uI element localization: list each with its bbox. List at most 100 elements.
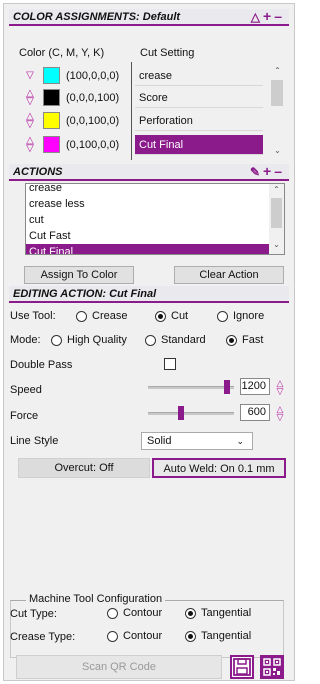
color-swatch [43, 136, 60, 153]
color-column-header: Color (C, M, Y, K) [19, 47, 105, 59]
radio-cut-contour-label: Contour [123, 607, 163, 619]
line-style-value: Solid [147, 435, 172, 447]
line-style-select[interactable]: Solid ⌄ [141, 432, 253, 450]
collapse-icon[interactable]: △ [251, 10, 263, 24]
cut-setting-cell[interactable]: Score [135, 88, 263, 108]
radio-ignore[interactable] [217, 311, 228, 322]
radio-crease[interactable] [76, 311, 87, 322]
cut-type-label: Cut Type: [10, 608, 57, 620]
auto-weld-toggle[interactable]: Auto Weld: On 0.1 mm [152, 458, 286, 478]
radio-standard[interactable] [145, 335, 156, 346]
list-item[interactable]: crease [26, 184, 269, 196]
chevron-down-icon: ⌄ [236, 436, 244, 446]
cut-setting-cell[interactable]: crease [135, 66, 263, 86]
save-button[interactable] [230, 655, 254, 679]
move-up-down-icon[interactable]: △ ▽ [23, 89, 37, 107]
radio-crease-tangential-label: Tangential [201, 630, 252, 642]
move-up-down-icon[interactable]: △ ▽ [23, 112, 37, 130]
scan-qr-code-button[interactable]: Scan QR Code [16, 655, 222, 679]
speed-label: Speed [10, 384, 42, 396]
color-row-magenta[interactable]: △ ▽ (0,100,0,0) Cut Final [13, 135, 285, 155]
radio-cut-contour[interactable] [107, 608, 118, 619]
cut-setting-cell[interactable]: Perforation [135, 111, 263, 131]
color-assignments-table: Color (C, M, Y, K) Cut Setting ▽ (100,0,… [13, 42, 285, 160]
force-spinner-icon[interactable]: △ ▽ [274, 405, 286, 422]
speed-input[interactable]: 1200 [240, 378, 270, 395]
color-row-yellow[interactable]: △ ▽ (0,0,100,0) Perforation [13, 111, 285, 131]
radio-cut-label: Cut [171, 310, 189, 322]
list-item-selected[interactable]: Cut Final [26, 244, 269, 254]
editing-action-title: EDITING ACTION: Cut Final [13, 288, 157, 300]
move-up-down-icon[interactable]: △ ▽ [23, 136, 37, 154]
machine-tool-title: Machine Tool Configuration [26, 593, 166, 605]
force-slider-track[interactable] [148, 412, 234, 415]
cmyk-value: (0,0,0,100) [66, 92, 120, 104]
cmyk-value: (0,0,100,0) [66, 115, 120, 127]
scroll-down-icon[interactable]: ⌄ [269, 240, 284, 249]
scroll-thumb[interactable] [271, 80, 283, 106]
mode-label: Mode: [10, 334, 41, 346]
actions-header: ACTIONS ✎+– [9, 164, 289, 181]
remove-icon[interactable]: – [274, 8, 285, 24]
speed-slider-thumb[interactable] [224, 380, 230, 394]
editing-action-header: EDITING ACTION: Cut Final [9, 286, 289, 303]
cut-setting-cell-selected[interactable]: Cut Final [135, 135, 263, 155]
radio-standard-label: Standard [161, 334, 206, 346]
double-pass-checkbox[interactable] [164, 358, 176, 370]
crease-type-label: Crease Type: [10, 631, 76, 643]
list-item[interactable]: crease less [26, 196, 269, 212]
force-slider-thumb[interactable] [177, 406, 184, 420]
radio-fast-label: Fast [242, 334, 264, 346]
move-down-icon[interactable]: ▽ [23, 68, 37, 84]
scroll-down-icon[interactable]: ⌄ [270, 146, 285, 155]
force-input[interactable]: 600 [240, 404, 270, 421]
cmyk-value: (0,100,0,0) [66, 139, 120, 151]
actions-list-scrollbar[interactable]: ⌃ ⌄ [269, 184, 284, 254]
add-icon[interactable]: + [263, 163, 274, 179]
actions-toolbar: ✎+– [250, 164, 285, 180]
edit-pencil-icon[interactable]: ✎ [250, 165, 263, 179]
radio-fast[interactable] [226, 335, 237, 346]
color-assignments-title: COLOR ASSIGNMENTS: Default [13, 11, 181, 23]
list-item[interactable]: Cut Fast [26, 228, 269, 244]
radio-cut[interactable] [155, 311, 166, 322]
actions-title: ACTIONS [13, 166, 63, 178]
radio-high-quality-label: High Quality [67, 334, 127, 346]
use-tool-label: Use Tool: [10, 310, 56, 322]
speed-slider-track[interactable] [148, 386, 234, 389]
color-swatch [43, 89, 60, 106]
color-assignments-header: COLOR ASSIGNMENTS: Default △+– [9, 9, 289, 26]
speed-spinner-icon[interactable]: △ ▽ [274, 379, 286, 396]
radio-high-quality[interactable] [51, 335, 62, 346]
color-swatch [43, 112, 60, 129]
line-style-label: Line Style [10, 435, 59, 447]
qr-code-icon [263, 658, 281, 676]
radio-cut-tangential-label: Tangential [201, 607, 252, 619]
remove-icon[interactable]: – [274, 163, 285, 179]
clear-action-button[interactable]: Clear Action [174, 266, 284, 284]
setting-column-header: Cut Setting [140, 47, 195, 59]
radio-cut-tangential[interactable] [185, 608, 196, 619]
overcut-toggle[interactable]: Overcut: Off [18, 458, 150, 478]
actions-list[interactable]: crease crease less cut Cut Fast Cut Fina… [25, 183, 285, 255]
save-icon [233, 658, 251, 676]
list-item[interactable]: cut [26, 212, 269, 228]
radio-crease-tangential[interactable] [185, 631, 196, 642]
add-icon[interactable]: + [263, 8, 274, 24]
radio-crease-contour-label: Contour [123, 630, 163, 642]
scroll-up-icon[interactable]: ⌃ [269, 185, 284, 194]
radio-crease-label: Crease [92, 310, 128, 322]
color-row-black[interactable]: △ ▽ (0,0,0,100) Score [13, 88, 285, 108]
radio-ignore-label: Ignore [233, 310, 265, 322]
qr-code-button[interactable] [260, 655, 284, 679]
scroll-thumb[interactable] [271, 198, 282, 228]
scroll-up-icon[interactable]: ⌃ [270, 66, 285, 75]
color-table-scrollbar[interactable]: ⌃ ⌄ [270, 62, 284, 160]
force-label: Force [10, 410, 39, 422]
radio-crease-contour[interactable] [107, 631, 118, 642]
assign-to-color-button[interactable]: Assign To Color [24, 266, 134, 284]
color-row-cyan[interactable]: ▽ (100,0,0,0) crease [13, 66, 285, 86]
cut-settings-panel: COLOR ASSIGNMENTS: Default △+– Color (C,… [3, 3, 295, 681]
color-swatch [43, 67, 60, 84]
cmyk-value: (100,0,0,0) [66, 70, 120, 82]
